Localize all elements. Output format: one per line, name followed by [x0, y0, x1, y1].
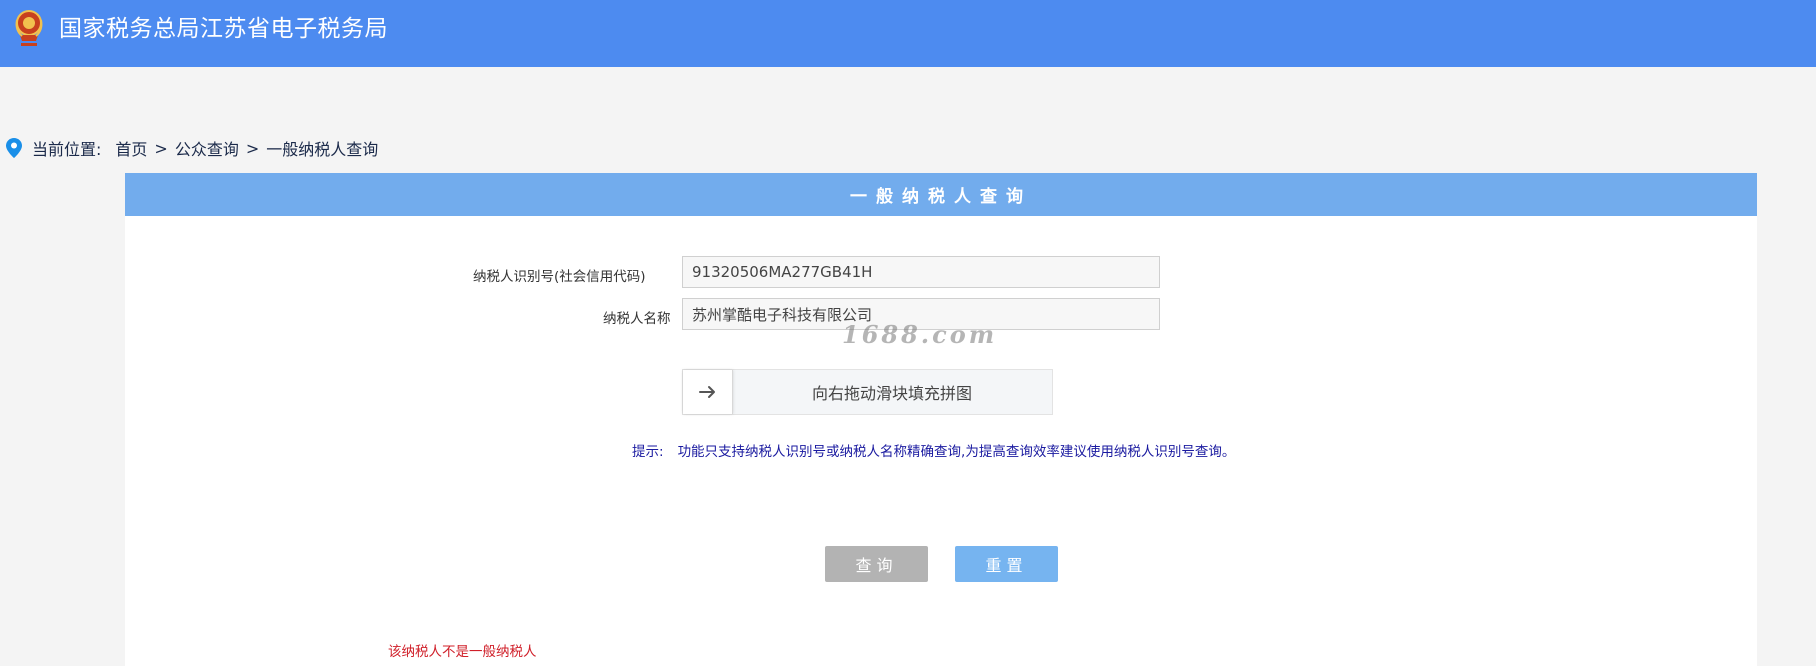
breadcrumb-label: 当前位置: [32, 140, 102, 159]
taxpayer-name-label: 纳税人名称 [603, 311, 671, 327]
site-title: 国家税务总局江苏省电子税务局 [59, 16, 388, 42]
slider-captcha[interactable]: 向右拖动滑块填充拼图 [682, 369, 1053, 415]
breadcrumb-current: 一般纳税人查询 [266, 140, 379, 159]
top-header: 国家税务总局江苏省电子税务局 [0, 0, 1816, 67]
tip-message: 功能只支持纳税人识别号或纳税人名称精确查询,为提高查询效率建议使用纳税人识别号查… [677, 444, 1236, 460]
taxpayer-id-input[interactable] [682, 256, 1160, 288]
reset-button[interactable]: 重置 [955, 546, 1058, 582]
panel-title: 一般纳税人查询 [125, 173, 1757, 216]
result-message: 该纳税人不是一般纳税人 [388, 644, 537, 660]
taxpayer-id-label: 纳税人识别号(社会信用代码) [473, 269, 646, 285]
breadcrumb-home-link[interactable]: 首页 [115, 136, 147, 160]
breadcrumb-public-query-link[interactable]: 公众查询 [175, 136, 239, 160]
slider-handle[interactable] [683, 370, 733, 414]
arrow-right-icon [698, 386, 715, 398]
breadcrumb-separator: > [154, 138, 168, 158]
watermark-text: 1688.com [842, 320, 998, 349]
query-panel: 一般纳税人查询 纳税人识别号(社会信用代码) 纳税人名称 1688.com 向右… [125, 173, 1757, 666]
slider-instruction: 向右拖动滑块填充拼图 [811, 384, 972, 403]
breadcrumb-separator: > [245, 138, 260, 158]
query-button[interactable]: 查询 [825, 546, 928, 582]
tip-text: 提示: 功能只支持纳税人识别号或纳税人名称精确查询,为提高查询效率建议使用纳税人识… [632, 440, 1235, 460]
breadcrumb: 当前位置: 首页 > 公众查询 > 一般纳税人查询 [6, 135, 378, 161]
tax-emblem-icon[interactable] [12, 8, 46, 50]
tip-label: 提示: [632, 444, 664, 460]
location-pin-icon [6, 138, 22, 158]
